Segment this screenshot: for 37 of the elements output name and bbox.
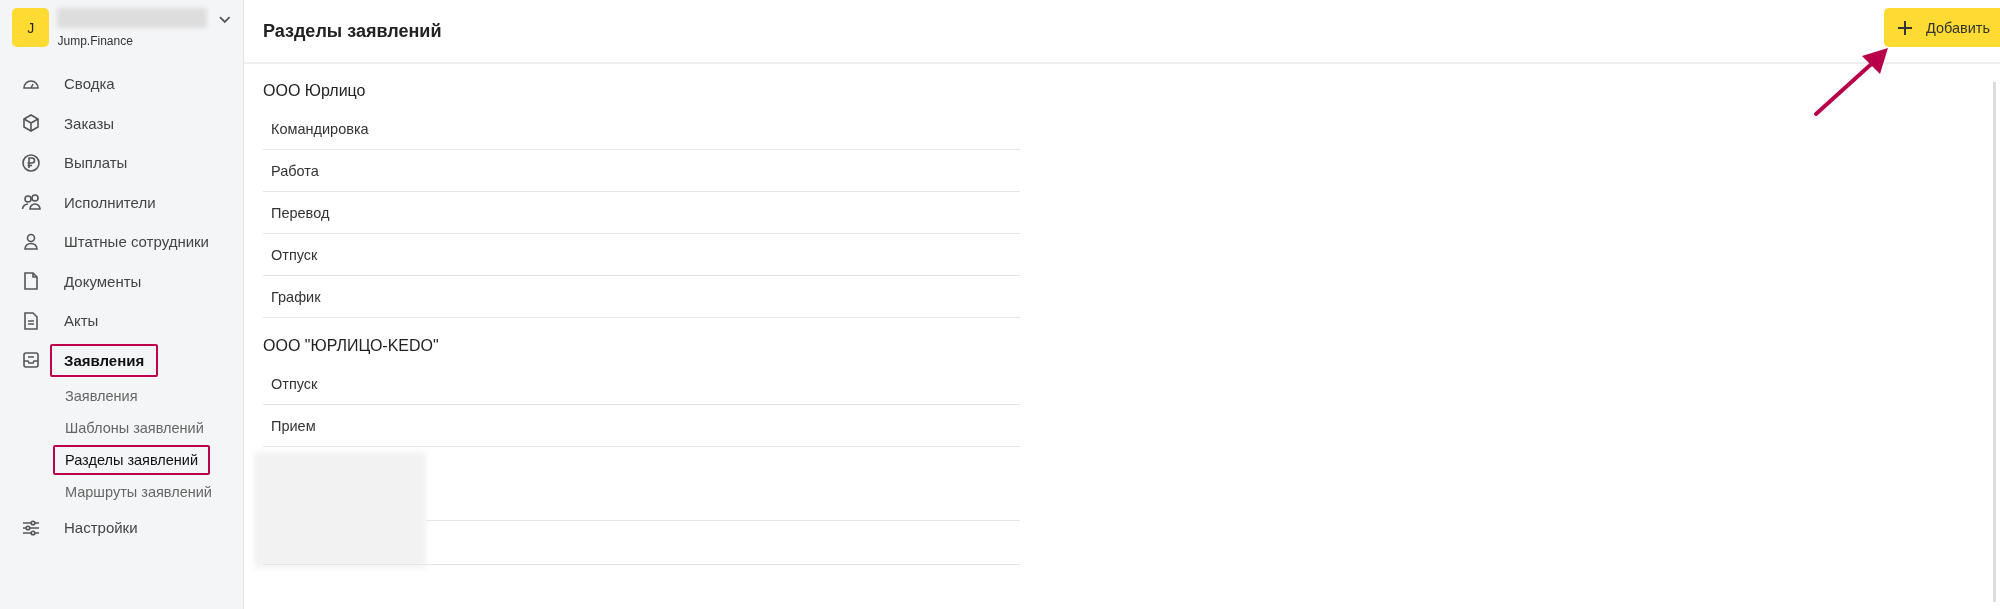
- nav-item[interactable]: Заявления: [50, 343, 159, 377]
- workspace-avatar[interactable]: J: [12, 8, 50, 47]
- section-row[interactable]: Командировка: [263, 108, 1020, 150]
- nav-item[interactable]: Документы: [50, 264, 156, 298]
- section-row[interactable]: График: [263, 276, 1020, 318]
- nav-item[interactable]: Акты: [50, 304, 113, 338]
- nav-subitem[interactable]: Шаблоны заявлений: [53, 413, 216, 443]
- nav-item[interactable]: Исполнители: [50, 185, 170, 219]
- scrollbar[interactable]: [1993, 82, 1996, 602]
- nav-subitem[interactable]: Маршруты заявлений: [53, 477, 224, 507]
- plus-icon: [1895, 18, 1914, 37]
- nav-item[interactable]: Заказы: [50, 106, 129, 140]
- doc-icon: [21, 310, 41, 331]
- section-row[interactable]: Отпуск: [263, 234, 1020, 276]
- file-icon: [21, 271, 41, 292]
- section-title: ООО Юрлицо: [263, 82, 367, 100]
- page-title: Разделы заявлений: [263, 20, 442, 42]
- people-icon: [21, 192, 41, 213]
- person-icon: [21, 231, 41, 252]
- nav-item[interactable]: Сводка: [50, 67, 129, 101]
- sliders-icon: [21, 517, 41, 538]
- section-row[interactable]: Отпуск: [263, 363, 1020, 405]
- box-icon: [21, 113, 41, 134]
- nav-item[interactable]: Настройки: [50, 511, 152, 545]
- nav-subitem[interactable]: Заявления: [53, 381, 150, 411]
- section-row[interactable]: Прием: [263, 405, 1020, 447]
- chevron-down-icon[interactable]: [219, 16, 231, 24]
- add-button[interactable]: Добавить: [1883, 8, 2000, 47]
- nav-item[interactable]: Штатные сотрудники: [50, 225, 223, 259]
- nav-item[interactable]: Выплаты: [50, 146, 142, 180]
- tray-icon: [21, 350, 41, 371]
- ruble-icon: [21, 152, 41, 173]
- section-row[interactable]: Работа: [263, 150, 1020, 192]
- section-row[interactable]: Перевод: [263, 192, 1020, 234]
- workspace-subtitle: Jump.Finance: [57, 34, 134, 48]
- section-title: ООО "ЮРЛИЦО-KEDO": [263, 337, 440, 355]
- nav-subitem[interactable]: Разделы заявлений: [53, 445, 211, 475]
